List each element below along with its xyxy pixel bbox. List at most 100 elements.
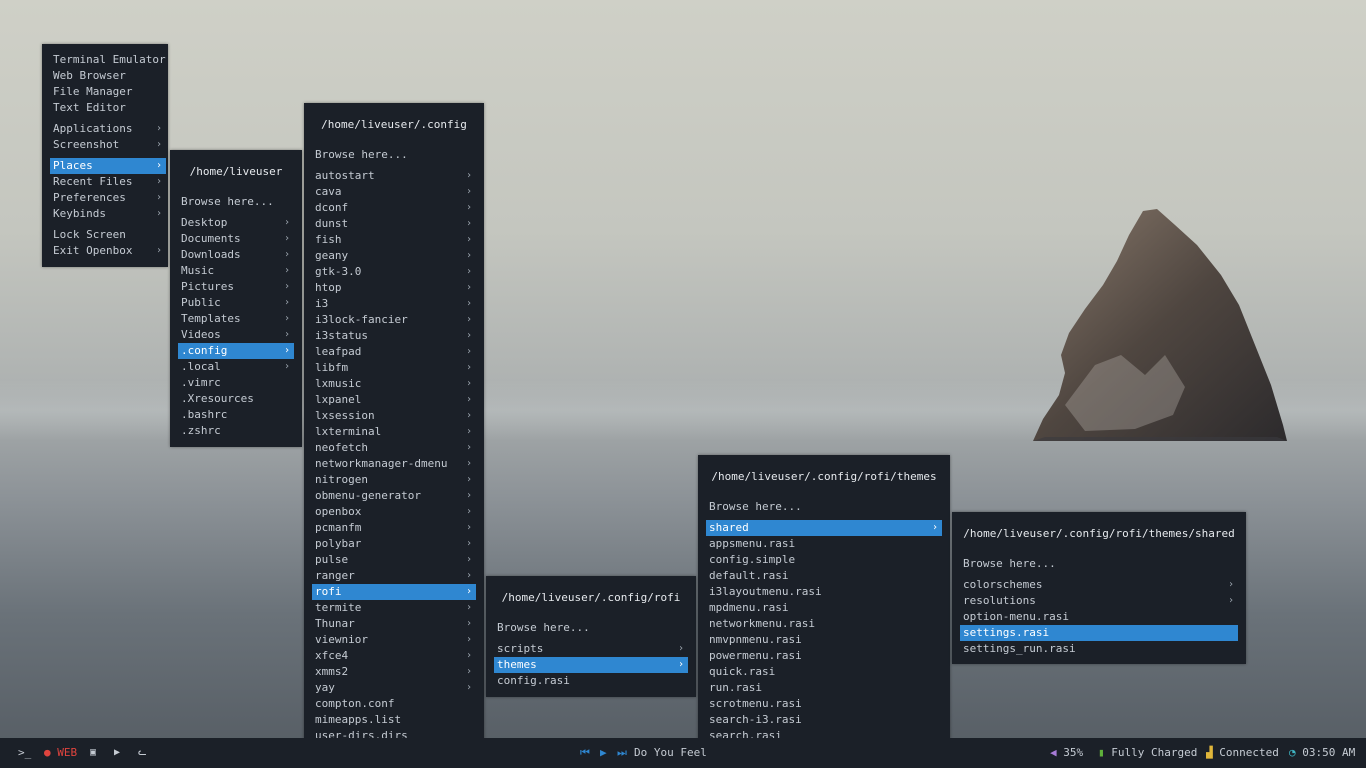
menu-item-keybinds[interactable]: Keybinds ›	[50, 206, 166, 222]
menu-item-appsmenu-rasi[interactable]: appsmenu.rasi	[706, 536, 942, 552]
menu-item-leafpad[interactable]: leafpad ›	[312, 344, 476, 360]
chevron-right-icon: ›	[465, 538, 472, 549]
menu-item-screenshot[interactable]: Screenshot ›	[50, 137, 166, 153]
menu-item-lxsession[interactable]: lxsession ›	[312, 408, 476, 424]
menu-item-networkmenu-rasi[interactable]: networkmenu.rasi	[706, 616, 942, 632]
media-player-icon[interactable]: ▶	[114, 738, 120, 768]
menu-item-pcmanfm[interactable]: pcmanfm ›	[312, 520, 476, 536]
menu-item-termite[interactable]: termite ›	[312, 600, 476, 616]
file-manager-icon[interactable]: ▣	[90, 738, 96, 768]
menu-item-i3layoutmenu-rasi[interactable]: i3layoutmenu.rasi	[706, 584, 942, 600]
menu-item-compton-conf[interactable]: compton.conf	[312, 696, 476, 712]
menu-item-zshrc[interactable]: .zshrc	[178, 423, 294, 439]
menu-item-polybar[interactable]: polybar ›	[312, 536, 476, 552]
menu-item-yay[interactable]: yay ›	[312, 680, 476, 696]
menu-item-videos[interactable]: Videos ›	[178, 327, 294, 343]
menu-item-lock-screen[interactable]: Lock Screen	[50, 227, 166, 243]
browse-here-item[interactable]: Browse here...	[178, 194, 294, 210]
menu-item-i3[interactable]: i3 ›	[312, 296, 476, 312]
menu-item-colorschemes[interactable]: colorschemes ›	[960, 577, 1238, 593]
menu-item-web-browser[interactable]: Web Browser	[50, 68, 166, 84]
menu-item-rofi[interactable]: rofi ›	[312, 584, 476, 600]
menu-item-file-manager[interactable]: File Manager	[50, 84, 166, 100]
menu-item-fish[interactable]: fish ›	[312, 232, 476, 248]
volume-indicator[interactable]: ◀ 35%	[1050, 738, 1083, 768]
menu-item-geany[interactable]: geany ›	[312, 248, 476, 264]
menu-item-templates[interactable]: Templates ›	[178, 311, 294, 327]
menu-item-powermenu-rasi[interactable]: powermenu.rasi	[706, 648, 942, 664]
menu-item-lxmusic[interactable]: lxmusic ›	[312, 376, 476, 392]
browse-here-item[interactable]: Browse here...	[706, 499, 942, 515]
menu-item-documents[interactable]: Documents ›	[178, 231, 294, 247]
menu-item-default-rasi[interactable]: default.rasi	[706, 568, 942, 584]
menu-item-neofetch[interactable]: neofetch ›	[312, 440, 476, 456]
menu-item-music[interactable]: Music ›	[178, 263, 294, 279]
menu-item-vimrc[interactable]: .vimrc	[178, 375, 294, 391]
menu-item-label: leafpad	[315, 345, 362, 358]
cat-icon[interactable]: ᓚ	[138, 738, 147, 768]
menu-item-pictures[interactable]: Pictures ›	[178, 279, 294, 295]
menu-item-config-rasi[interactable]: config.rasi	[494, 673, 688, 689]
menu-item-xresources[interactable]: .Xresources	[178, 391, 294, 407]
browse-here-item[interactable]: Browse here...	[312, 147, 476, 163]
menu-item-config[interactable]: .config ›	[178, 343, 294, 359]
menu-item-scrotmenu-rasi[interactable]: scrotmenu.rasi	[706, 696, 942, 712]
menu-item-settings-run-rasi[interactable]: settings_run.rasi	[960, 641, 1238, 657]
menu-item-i3lock-fancier[interactable]: i3lock-fancier ›	[312, 312, 476, 328]
chevron-right-icon: ›	[283, 265, 290, 276]
menu-item-lxterminal[interactable]: lxterminal ›	[312, 424, 476, 440]
menu-item-nmvpnmenu-rasi[interactable]: nmvpnmenu.rasi	[706, 632, 942, 648]
menu-item-exit-openbox[interactable]: Exit Openbox ›	[50, 243, 166, 259]
menu-item-thunar[interactable]: Thunar ›	[312, 616, 476, 632]
next-track-icon[interactable]: ⏭	[617, 738, 627, 768]
menu-item-autostart[interactable]: autostart ›	[312, 168, 476, 184]
menu-item-quick-rasi[interactable]: quick.rasi	[706, 664, 942, 680]
menu-item-shared[interactable]: shared ›	[706, 520, 942, 536]
menu-item-downloads[interactable]: Downloads ›	[178, 247, 294, 263]
menu-item-scripts[interactable]: scripts ›	[494, 641, 688, 657]
menu-item-option-menu-rasi[interactable]: option-menu.rasi	[960, 609, 1238, 625]
menu-item-i3status[interactable]: i3status ›	[312, 328, 476, 344]
menu-item-applications[interactable]: Applications ›	[50, 121, 166, 137]
menu-item-bashrc[interactable]: .bashrc	[178, 407, 294, 423]
menu-item-networkmanager-dmenu[interactable]: networkmanager-dmenu ›	[312, 456, 476, 472]
menu-item-public[interactable]: Public ›	[178, 295, 294, 311]
menu-item-run-rasi[interactable]: run.rasi	[706, 680, 942, 696]
menu-item-xfce4[interactable]: xfce4 ›	[312, 648, 476, 664]
menu-item-terminal[interactable]: Terminal Emulator	[50, 52, 166, 68]
menu-item-search-i3-rasi[interactable]: search-i3.rasi	[706, 712, 942, 728]
menu-item-openbox[interactable]: openbox ›	[312, 504, 476, 520]
menu-item-desktop[interactable]: Desktop ›	[178, 215, 294, 231]
menu-item-mpdmenu-rasi[interactable]: mpdmenu.rasi	[706, 600, 942, 616]
menu-item-config-simple[interactable]: config.simple	[706, 552, 942, 568]
menu-item-preferences[interactable]: Preferences ›	[50, 190, 166, 206]
play-icon[interactable]: ▶	[600, 738, 607, 768]
menu-item-htop[interactable]: htop ›	[312, 280, 476, 296]
menu-item-gtk-3-0[interactable]: gtk-3.0 ›	[312, 264, 476, 280]
menu-item-viewnior[interactable]: viewnior ›	[312, 632, 476, 648]
menu-item-settings-rasi[interactable]: settings.rasi	[960, 625, 1238, 641]
menu-item-themes[interactable]: themes ›	[494, 657, 688, 673]
menu-item-libfm[interactable]: libfm ›	[312, 360, 476, 376]
menu-item-places[interactable]: Places ›	[50, 158, 166, 174]
menu-item-ranger[interactable]: ranger ›	[312, 568, 476, 584]
network-indicator[interactable]: ▟ Connected	[1206, 738, 1279, 768]
menu-item-lxpanel[interactable]: lxpanel ›	[312, 392, 476, 408]
menu-item-recent-files[interactable]: Recent Files ›	[50, 174, 166, 190]
menu-item-cava[interactable]: cava ›	[312, 184, 476, 200]
browse-here-item[interactable]: Browse here...	[494, 620, 688, 636]
menu-item-nitrogen[interactable]: nitrogen ›	[312, 472, 476, 488]
menu-item-mimeapps-list[interactable]: mimeapps.list	[312, 712, 476, 728]
menu-item-local[interactable]: .local ›	[178, 359, 294, 375]
web-launcher[interactable]: ● WEB	[44, 738, 77, 768]
menu-item-resolutions[interactable]: resolutions ›	[960, 593, 1238, 609]
menu-item-obmenu-generator[interactable]: obmenu-generator ›	[312, 488, 476, 504]
menu-item-dunst[interactable]: dunst ›	[312, 216, 476, 232]
menu-item-text-editor[interactable]: Text Editor	[50, 100, 166, 116]
menu-item-pulse[interactable]: pulse ›	[312, 552, 476, 568]
previous-track-icon[interactable]: ⏮	[580, 738, 590, 768]
terminal-launcher[interactable]: >_	[18, 738, 31, 768]
menu-item-dconf[interactable]: dconf ›	[312, 200, 476, 216]
menu-item-xmms2[interactable]: xmms2 ›	[312, 664, 476, 680]
browse-here-item[interactable]: Browse here...	[960, 556, 1238, 572]
